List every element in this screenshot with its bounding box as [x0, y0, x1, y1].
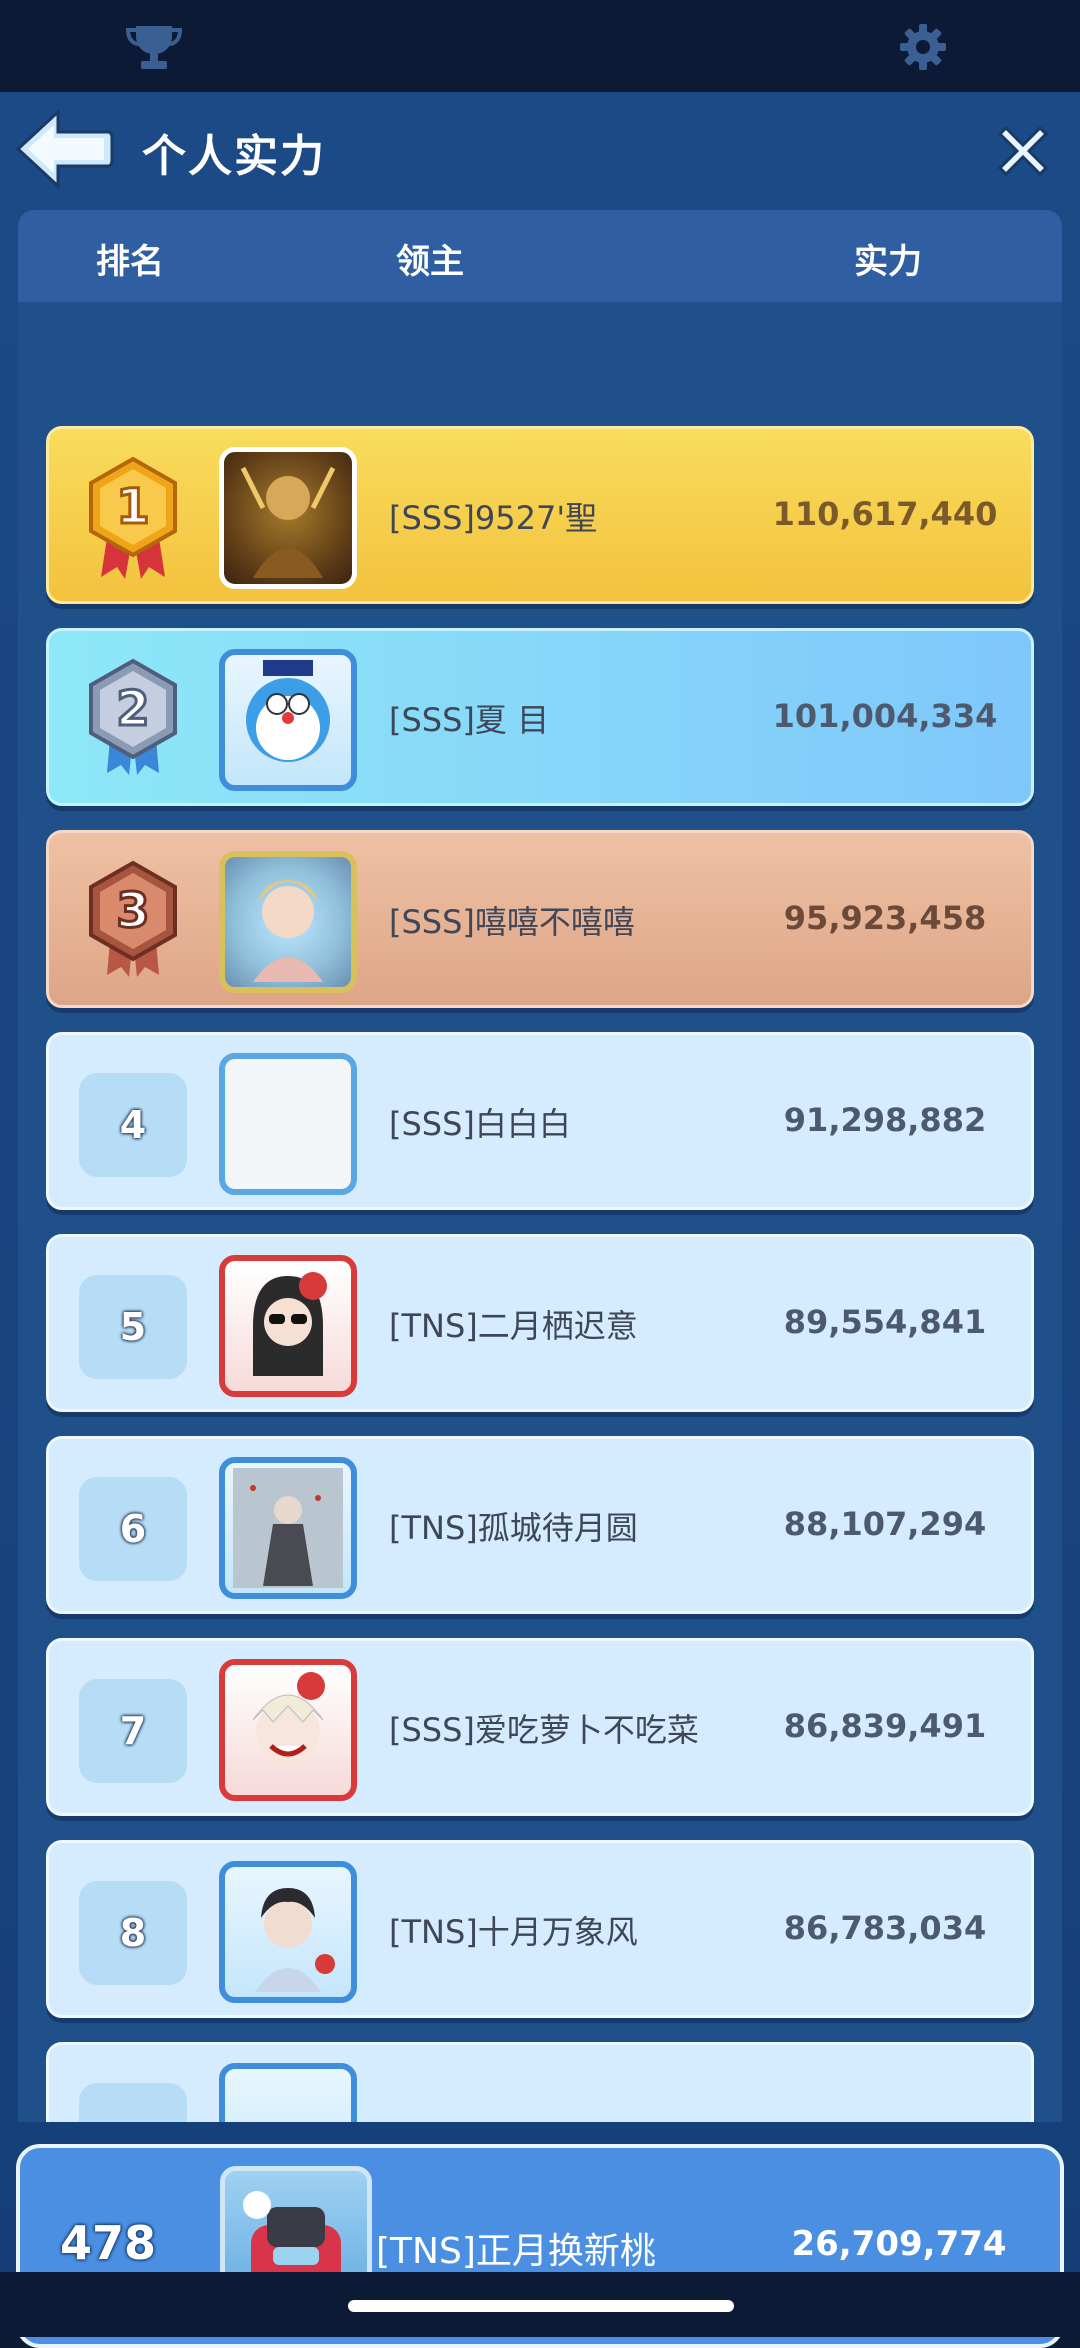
gold-medal-icon: 1: [81, 455, 185, 585]
title-row: 个人实力: [0, 92, 1080, 212]
avatar[interactable]: [219, 1457, 357, 1599]
medal-rank-text: 1: [116, 479, 149, 535]
ranking-row[interactable]: 2 [SSS]夏 目 101,004,334: [46, 628, 1034, 806]
avatar[interactable]: [219, 1255, 357, 1397]
rank-number: [79, 2083, 187, 2122]
column-lord: 领主: [396, 242, 464, 282]
page-title: 个人实力: [142, 131, 326, 182]
avatar[interactable]: [219, 2063, 357, 2122]
player-power: 91,298,882: [783, 1101, 987, 1139]
player-name: [SSS]9527'聖: [389, 499, 598, 537]
rank-number: 4: [79, 1073, 187, 1177]
player-name: [TNS]二月栖迟意: [389, 1307, 638, 1345]
ranking-row[interactable]: 1 [SSS]9527'聖 110,617,440: [46, 426, 1034, 604]
player-power: 95,923,458: [783, 899, 987, 937]
ranking-panel: 个人实力 排名 领主 实力 1 [SSS]9527'聖 110,617,440 …: [0, 92, 1080, 2348]
ranking-row[interactable]: 8 [TNS]十月万象风 86,783,034: [46, 1840, 1034, 2018]
gear-icon[interactable]: [898, 22, 948, 76]
my-rank: 478: [60, 2216, 157, 2270]
player-power: 86,839,491: [783, 1707, 987, 1745]
table-header: 排名 领主 实力: [18, 210, 1062, 302]
player-name: [TNS]孤城待月圆: [389, 1509, 638, 1547]
player-name: [SSS]夏 目: [389, 701, 550, 739]
ranking-row[interactable]: 7 [SSS]爱吃萝卜不吃菜 86,839,491: [46, 1638, 1034, 1816]
player-name: [SSS]嘻嘻不嘻嘻: [389, 903, 635, 941]
avatar[interactable]: [219, 447, 357, 589]
ranking-row[interactable]: [46, 2042, 1034, 2122]
ranking-row[interactable]: 6 [TNS]孤城待月圆 88,107,294: [46, 1436, 1034, 1614]
ranking-list[interactable]: 1 [SSS]9527'聖 110,617,440 2 [SSS]夏 目 101…: [18, 302, 1062, 2122]
top-bar: [0, 0, 1080, 92]
silver-medal-icon: 2: [81, 657, 185, 787]
avatar[interactable]: [219, 649, 357, 791]
close-icon[interactable]: [992, 120, 1054, 186]
column-power: 实力: [854, 242, 922, 282]
avatar[interactable]: [219, 1053, 357, 1195]
back-arrow-icon[interactable]: [14, 108, 114, 194]
player-power: 110,617,440: [772, 495, 998, 533]
player-name: [TNS]十月万象风: [389, 1913, 638, 1951]
column-rank: 排名: [96, 242, 164, 282]
trophy-icon[interactable]: [125, 22, 183, 76]
player-power: 89,554,841: [783, 1303, 987, 1341]
bronze-medal-icon: 3: [81, 859, 185, 989]
medal-rank-text: 3: [116, 883, 149, 939]
rank-number: 5: [79, 1275, 187, 1379]
my-power: 26,709,774: [791, 2224, 1007, 2264]
rank-number: 6: [79, 1477, 187, 1581]
player-power: 88,107,294: [783, 1505, 987, 1543]
avatar[interactable]: [219, 1659, 357, 1801]
ranking-row[interactable]: 5 [TNS]二月栖迟意 89,554,841: [46, 1234, 1034, 1412]
medal-rank-text: 2: [116, 681, 149, 737]
ranking-row[interactable]: 4 [SSS]白白白 91,298,882: [46, 1032, 1034, 1210]
rank-number: 7: [79, 1679, 187, 1783]
player-name: [SSS]白白白: [389, 1105, 571, 1143]
home-indicator[interactable]: [348, 2300, 734, 2312]
ranking-row[interactable]: 3 [SSS]嘻嘻不嘻嘻 95,923,458: [46, 830, 1034, 1008]
player-name: [SSS]爱吃萝卜不吃菜: [389, 1711, 699, 1749]
avatar[interactable]: [219, 1861, 357, 2003]
rank-number: 8: [79, 1881, 187, 1985]
player-power: 86,783,034: [783, 1909, 987, 1947]
player-power: 101,004,334: [772, 697, 998, 735]
avatar[interactable]: [219, 851, 357, 993]
my-name: [TNS]正月换新桃: [376, 2231, 656, 2272]
